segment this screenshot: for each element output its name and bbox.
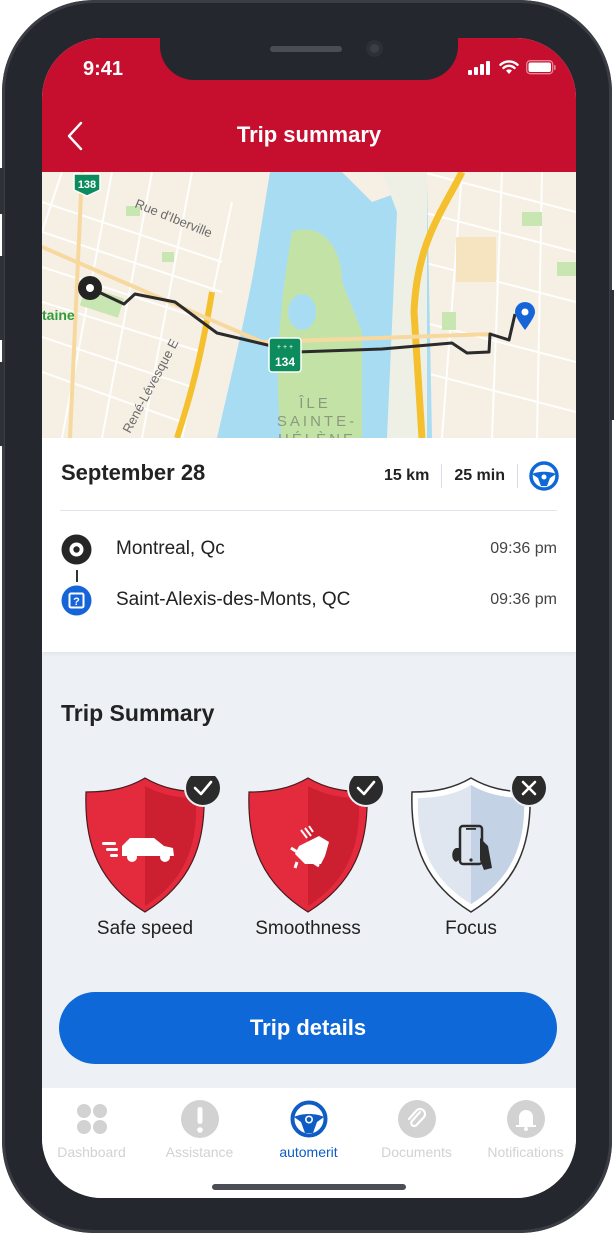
steering-wheel-icon	[290, 1100, 327, 1138]
cellular-signal-icon	[468, 60, 490, 75]
wifi-icon	[499, 60, 519, 74]
check-badge-icon	[347, 769, 385, 807]
badge-safe-speed[interactable]: Safe speed	[70, 769, 222, 956]
svg-text:134: 134	[275, 355, 295, 369]
check-badge-icon	[184, 769, 222, 807]
commercial-area	[456, 237, 496, 282]
paperclip-icon	[397, 1100, 436, 1138]
svg-text:138: 138	[78, 179, 96, 191]
page-title: Trip summary	[236, 122, 382, 147]
card-divider	[60, 510, 557, 511]
tab-label: Notifications	[487, 1144, 564, 1160]
bell-icon	[506, 1100, 545, 1138]
tab-label: Assistance	[165, 1144, 234, 1160]
tab-dashboard[interactable]: Dashboard	[42, 1100, 145, 1160]
battery-icon	[526, 60, 556, 75]
trip-duration: 25 min	[454, 467, 505, 484]
volume-down-button	[0, 362, 4, 446]
origin-marker-dot	[86, 284, 94, 292]
shield-icon	[411, 769, 548, 913]
origin-target-icon	[61, 534, 92, 564]
tab-label: Documents	[381, 1144, 452, 1160]
tab-bar: Dashboard Assistance automerit Documents…	[42, 1088, 576, 1198]
mute-switch	[0, 168, 4, 214]
shield-icon	[248, 769, 385, 913]
x-badge-icon	[510, 769, 548, 807]
stop-time: 09:36 pm	[490, 540, 557, 557]
map-canvas: 138 + + + 134 Rue d'Iberville René-Léves…	[42, 172, 576, 438]
stop-name: Saint-Alexis-des-Monts, QC	[116, 589, 351, 610]
stop-name: Montreal, Qc	[116, 538, 225, 559]
route-connector	[76, 570, 78, 582]
notch	[160, 38, 458, 80]
svg-text:?: ?	[73, 596, 80, 608]
grid-dots-icon	[76, 1104, 107, 1134]
tab-label: Dashboard	[57, 1144, 126, 1160]
badge-label: Focus	[445, 918, 497, 939]
tab-label: automerit	[279, 1144, 338, 1160]
badge-smoothness[interactable]: Smoothness	[233, 769, 385, 956]
shield-icon	[85, 769, 222, 913]
route-shield-134: + + + 134	[268, 337, 302, 373]
trip-card: September 28 15 km 25 min Montreal, Qc 0…	[42, 438, 576, 652]
tab-notifications[interactable]: Notifications	[472, 1100, 576, 1160]
tab-assistance[interactable]: Assistance	[146, 1100, 253, 1160]
exclamation-icon	[180, 1100, 219, 1138]
place-label: taine	[42, 307, 75, 323]
stop-time: 09:36 pm	[490, 591, 557, 608]
stop-destination: ? Saint-Alexis-des-Monts, QC 09:36 pm	[60, 585, 557, 615]
screen: 9:41 Trip summary 138 + + + 134 Rue d'Ib…	[42, 38, 576, 1198]
badge-focus[interactable]: Focus	[396, 769, 548, 956]
status-time: 9:41	[83, 58, 124, 80]
island-label-3: HÉLÈNE	[278, 431, 356, 438]
trip-date: September 28	[61, 460, 206, 485]
section-title: Trip Summary	[61, 700, 215, 726]
unknown-destination-icon: ?	[61, 585, 92, 615]
trip-map[interactable]: 138 + + + 134 Rue d'Iberville René-Léves…	[42, 172, 576, 438]
front-camera	[366, 40, 383, 57]
tab-automerit[interactable]: automerit	[255, 1100, 362, 1160]
phone-frame: 9:41 Trip summary 138 + + + 134 Rue d'Ib…	[0, 0, 614, 1233]
steering-wheel-icon	[529, 461, 559, 491]
stop-origin: Montreal, Qc 09:36 pm	[60, 534, 557, 564]
badge-label: Safe speed	[96, 918, 194, 939]
power-button	[610, 290, 614, 420]
speaker	[270, 46, 342, 52]
tab-documents[interactable]: Documents	[363, 1100, 470, 1160]
badge-label: Smoothness	[255, 918, 361, 939]
trip-distance: 15 km	[383, 467, 430, 484]
island-label-1: ÎLE	[298, 395, 331, 412]
trip-details-button[interactable]: Trip details	[59, 992, 557, 1064]
svg-text:+ + +: + + +	[277, 344, 293, 351]
volume-up-button	[0, 256, 4, 340]
island-label-2: SAINTE-	[277, 413, 357, 430]
status-icons	[468, 60, 556, 75]
home-indicator[interactable]	[212, 1184, 406, 1190]
trip-meta: 15 km 25 min	[372, 460, 560, 492]
pond	[288, 294, 316, 330]
meta-divider	[517, 464, 518, 488]
